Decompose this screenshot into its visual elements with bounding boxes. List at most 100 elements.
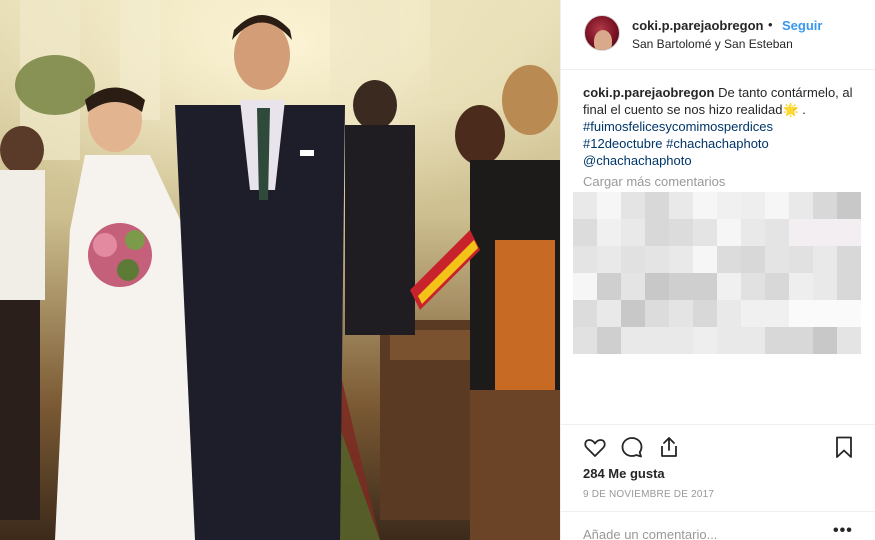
pixel-cell	[789, 219, 813, 246]
pixel-cell	[645, 327, 669, 354]
pixel-cell	[669, 192, 693, 219]
comment-input[interactable]	[583, 527, 823, 540]
pixel-cell	[741, 327, 765, 354]
likes-count[interactable]: 284 Me gusta	[583, 466, 665, 481]
pixel-cell	[765, 327, 789, 354]
caption-tail: .	[802, 102, 806, 117]
pixel-cell	[837, 192, 861, 219]
location-link[interactable]: San Bartolomé y San Esteban	[632, 37, 793, 51]
pixel-cell	[789, 246, 813, 273]
pixel-cell	[645, 300, 669, 327]
pixel-cell	[645, 273, 669, 300]
pixel-cell	[813, 219, 837, 246]
pixel-cell	[573, 246, 597, 273]
pixel-cell	[813, 327, 837, 354]
mention-link[interactable]: @chachachaphoto	[583, 153, 692, 168]
pixelated-comments	[573, 192, 861, 354]
pixel-cell	[837, 219, 861, 246]
pixel-cell	[669, 246, 693, 273]
pixel-cell	[789, 273, 813, 300]
pixel-cell	[837, 273, 861, 300]
heart-icon[interactable]	[583, 435, 607, 464]
action-bar	[561, 424, 875, 458]
pixel-cell	[717, 246, 741, 273]
pixel-cell	[789, 192, 813, 219]
pixel-cell	[765, 219, 789, 246]
avatar-face	[594, 30, 612, 50]
pixel-cell	[597, 300, 621, 327]
pixel-cell	[669, 219, 693, 246]
pixel-cell	[597, 273, 621, 300]
post-date[interactable]: 9 DE NOVIEMBRE DE 2017	[583, 489, 714, 500]
pixel-cell	[717, 273, 741, 300]
post-caption: coki.p.parejaobregon De tanto contármelo…	[583, 84, 863, 169]
pixel-cell	[813, 300, 837, 327]
load-more-comments-button[interactable]: Cargar más comentarios	[583, 174, 725, 189]
pixel-cell	[765, 273, 789, 300]
pixel-cell	[573, 273, 597, 300]
pixel-cell	[669, 327, 693, 354]
pixel-cell	[741, 219, 765, 246]
pixel-cell	[669, 273, 693, 300]
pixel-cell	[837, 300, 861, 327]
pixel-cell	[645, 246, 669, 273]
username-link[interactable]: coki.p.parejaobregon	[632, 18, 763, 33]
pixel-cell	[645, 219, 669, 246]
more-options-icon[interactable]: •••	[833, 522, 853, 540]
pixel-cell	[741, 192, 765, 219]
pixel-cell	[741, 273, 765, 300]
caption-username[interactable]: coki.p.parejaobregon	[583, 85, 714, 100]
pixel-cell	[789, 300, 813, 327]
hashtag-link[interactable]: #12deoctubre #chachachaphoto	[583, 136, 769, 151]
pixel-cell	[765, 300, 789, 327]
pixel-cell	[597, 219, 621, 246]
pixel-cell	[621, 219, 645, 246]
comment-bar: •••	[561, 511, 875, 540]
hashtag-link[interactable]: #fuimosfelicesycomimosperdices	[583, 119, 773, 134]
pixel-cell	[573, 192, 597, 219]
post-sidebar: coki.p.parejaobregon • Seguir San Bartol…	[560, 0, 875, 540]
pixel-cell	[597, 246, 621, 273]
pixel-cell	[717, 219, 741, 246]
pixel-cell	[813, 273, 837, 300]
pixel-cell	[573, 327, 597, 354]
pixel-cell	[717, 300, 741, 327]
share-icon[interactable]	[657, 435, 681, 464]
post-header: coki.p.parejaobregon • Seguir San Bartol…	[561, 0, 875, 70]
pixel-cell	[621, 300, 645, 327]
pixel-cell	[813, 246, 837, 273]
pixel-cell	[717, 327, 741, 354]
pixel-cell	[621, 327, 645, 354]
pixel-cell	[621, 273, 645, 300]
pixel-cell	[597, 327, 621, 354]
pixel-cell	[717, 192, 741, 219]
sparkle-emoji: 🌟	[782, 102, 799, 117]
pixel-cell	[693, 192, 717, 219]
pixel-cell	[789, 327, 813, 354]
pixel-cell	[597, 192, 621, 219]
bookmark-icon[interactable]	[832, 435, 856, 464]
pixel-cell	[573, 300, 597, 327]
pixel-cell	[693, 327, 717, 354]
pixel-cell	[741, 246, 765, 273]
pixel-cell	[669, 300, 693, 327]
pixel-cell	[813, 192, 837, 219]
pixel-cell	[621, 192, 645, 219]
comment-icon[interactable]	[620, 435, 644, 464]
pixel-cell	[837, 327, 861, 354]
post-photo[interactable]	[0, 0, 560, 540]
separator-dot: •	[768, 17, 773, 32]
pixel-cell	[573, 219, 597, 246]
pixel-cell	[837, 246, 861, 273]
avatar[interactable]	[584, 15, 620, 51]
pixel-cell	[765, 192, 789, 219]
follow-button[interactable]: Seguir	[782, 18, 822, 33]
pixel-cell	[621, 246, 645, 273]
pixel-cell	[765, 246, 789, 273]
pixel-cell	[693, 273, 717, 300]
pixel-cell	[693, 219, 717, 246]
pixel-cell	[693, 300, 717, 327]
pixel-cell	[693, 246, 717, 273]
pixel-cell	[645, 192, 669, 219]
pixel-cell	[741, 300, 765, 327]
